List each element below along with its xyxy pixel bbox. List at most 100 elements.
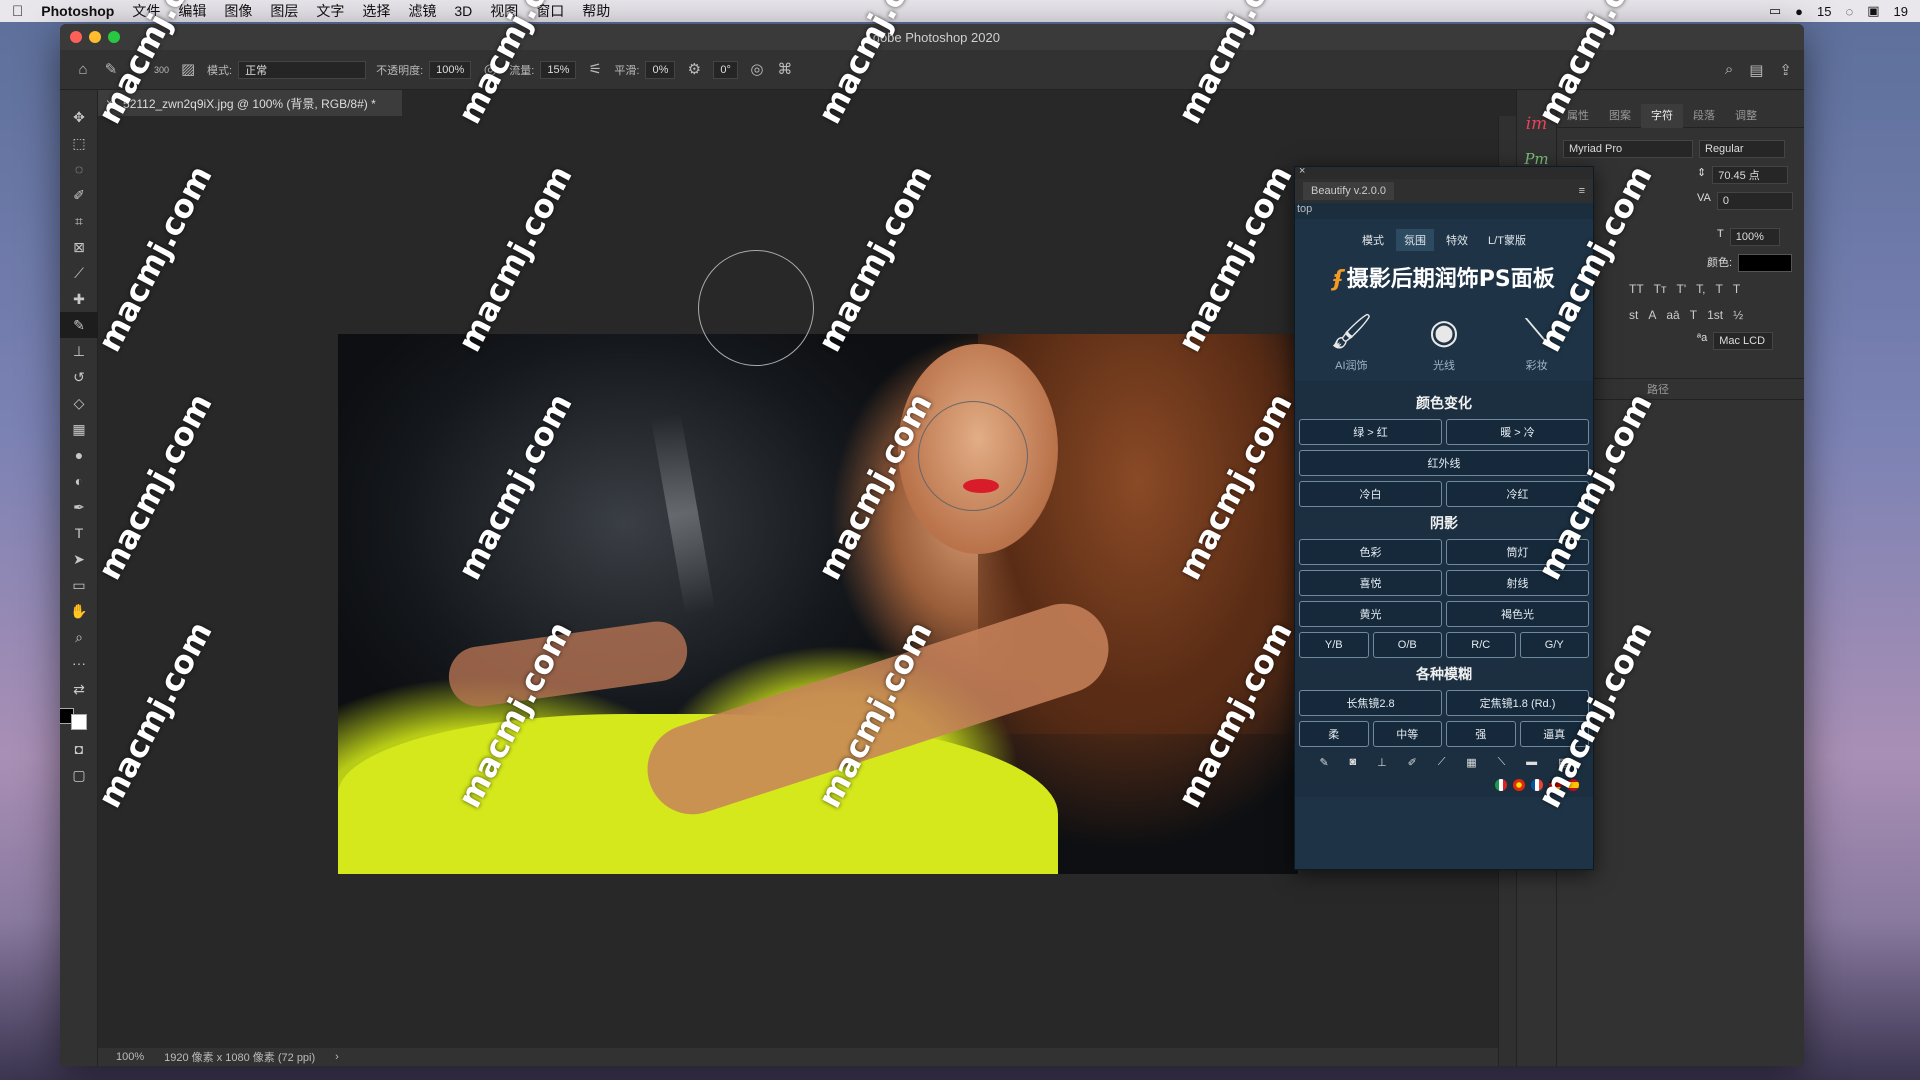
prime-lens-button[interactable]: 定焦镜1.8 (Rd.) — [1446, 690, 1589, 716]
menu-edit[interactable]: 编辑 — [178, 1, 206, 21]
rc-button[interactable]: R/C — [1446, 632, 1516, 658]
airbrush-icon[interactable]: ⚟ — [586, 61, 604, 79]
stamp-tool-icon[interactable]: ⊥ — [60, 338, 98, 364]
smoothing-input[interactable]: 0% — [645, 60, 676, 79]
makeup-button[interactable]: ⟍ 彩妆 — [1502, 307, 1572, 373]
tab-patterns[interactable]: 图案 — [1599, 104, 1641, 128]
crop-tool-icon[interactable]: ⌗ — [60, 208, 98, 234]
antialias-select[interactable]: Mac LCD — [1713, 332, 1774, 350]
gy-button[interactable]: G/Y — [1519, 632, 1589, 658]
rays-button[interactable]: 射线 — [1446, 570, 1589, 596]
panel-menu-icon[interactable]: ≡ — [1579, 185, 1585, 197]
chevron-right-icon[interactable]: › — [335, 1051, 339, 1063]
ruler-icon[interactable]: ▬ — [1526, 756, 1537, 769]
infrared-button[interactable]: 红外线 — [1299, 450, 1589, 476]
zoom-window-button[interactable] — [108, 31, 120, 43]
document-info[interactable]: 1920 像素 x 1080 像素 (72 ppi) — [164, 1049, 315, 1065]
menu-file[interactable]: 文件 — [132, 1, 160, 21]
leading-input[interactable]: 70.45 点 — [1712, 166, 1789, 184]
workspace-icon[interactable]: ▤ — [1749, 61, 1763, 79]
lasso-tool-icon[interactable]: ◌ — [60, 156, 98, 182]
gradient-icon[interactable]: ▦ — [1466, 756, 1476, 769]
eraser-tool-icon[interactable]: ◇ — [60, 390, 98, 416]
subscript-button[interactable]: T, — [1696, 282, 1705, 296]
underline-button[interactable]: T — [1715, 282, 1722, 296]
germany-flag-icon[interactable] — [1549, 779, 1561, 791]
menu-view[interactable]: 视图 — [490, 1, 518, 21]
menu-select[interactable]: 选择 — [362, 1, 390, 21]
brush-small-icon[interactable]: ⟋ — [1438, 756, 1446, 769]
warm-to-cold-button[interactable]: 暖 > 冷 — [1446, 419, 1589, 445]
im-plugin-icon[interactable]: im — [1517, 114, 1556, 134]
menu-filter[interactable]: 滤镜 — [408, 1, 436, 21]
close-window-button[interactable] — [70, 31, 82, 43]
close-tab-icon[interactable]: × — [106, 96, 113, 110]
mode-select[interactable]: 正常 — [238, 60, 367, 79]
spain-flag-icon[interactable] — [1567, 779, 1579, 791]
document-tab[interactable]: × 52112_zwn2q9iX.jpg @ 100% (背景, RGB/8#)… — [98, 90, 402, 116]
scale-input[interactable]: 100% — [1729, 228, 1780, 246]
brush-tool-icon[interactable]: ✎ — [102, 61, 120, 79]
search-icon[interactable]: ⌕ — [1725, 61, 1733, 79]
tab-properties[interactable]: 属性 — [1557, 104, 1599, 128]
type-tool-icon[interactable]: T — [60, 520, 98, 546]
strong-button[interactable]: 强 — [1446, 721, 1516, 747]
menu-type[interactable]: 文字 — [316, 1, 344, 21]
italy-flag-icon[interactable] — [1495, 779, 1507, 791]
font-family-select[interactable]: Myriad Pro — [1563, 140, 1693, 158]
ai-retouch-button[interactable]: 🖌 AI润饰 — [1316, 307, 1386, 373]
wechat-icon[interactable]: ● — [1795, 4, 1803, 19]
tab-paragraph[interactable]: 段落 — [1683, 104, 1725, 128]
tab-mode[interactable]: 模式 — [1354, 229, 1392, 251]
more-tools-icon[interactable]: ··· — [60, 650, 98, 676]
brush-preset-picker[interactable]: ● 300 — [130, 61, 169, 79]
light-button[interactable]: ◉ 光线 — [1409, 307, 1479, 373]
tab-atmosphere[interactable]: 氛围 — [1396, 229, 1435, 251]
tab-lt-mask[interactable]: L/T蒙版 — [1480, 229, 1534, 251]
angle-input[interactable]: 0° — [713, 60, 738, 79]
brush-tool-icon[interactable]: ✎ — [60, 312, 98, 338]
menu-window[interactable]: 窗口 — [536, 1, 564, 21]
tab-adjustments[interactable]: 调整 — [1725, 104, 1767, 128]
ordinal-button[interactable]: 1st — [1707, 308, 1723, 322]
brush-settings-icon[interactable]: ▨ — [179, 61, 197, 79]
titling-button[interactable]: T — [1690, 308, 1697, 322]
pen-icon[interactable]: ✎ — [1319, 756, 1328, 769]
apple-icon[interactable]:  — [12, 3, 23, 20]
eyedropper-tool-icon[interactable]: ⟋ — [60, 260, 98, 286]
telephoto-button[interactable]: 长焦镜2.8 — [1299, 690, 1442, 716]
pressure-opacity-icon[interactable]: ◎ — [481, 61, 499, 79]
share-icon[interactable]: ⇪ — [1779, 61, 1792, 79]
rectangle-tool-icon[interactable]: ▭ — [60, 572, 98, 598]
joy-button[interactable]: 喜悦 — [1299, 570, 1442, 596]
document-image[interactable] — [338, 334, 1298, 874]
home-icon[interactable]: ⌂ — [74, 61, 92, 79]
grid-icon[interactable]: ▤ — [1558, 756, 1568, 769]
screen-mode-icon[interactable]: ▢ — [60, 762, 98, 788]
ligature-button[interactable]: st — [1629, 308, 1638, 322]
frame-tool-icon[interactable]: ⊠ — [60, 234, 98, 260]
symmetry-icon[interactable]: ⌘ — [776, 61, 794, 79]
color-button[interactable]: 色彩 — [1299, 539, 1442, 565]
gradient-tool-icon[interactable]: ▦ — [60, 416, 98, 442]
chat-icon[interactable]: ◌ — [1846, 4, 1854, 19]
canvas-area[interactable] — [98, 116, 1498, 1048]
menu-help[interactable]: 帮助 — [582, 1, 610, 21]
tab-effects[interactable]: 特效 — [1438, 229, 1476, 251]
ob-button[interactable]: O/B — [1372, 632, 1442, 658]
menu-image[interactable]: 图像 — [224, 1, 252, 21]
stamp-icon[interactable]: ⊥ — [1377, 756, 1387, 769]
small-caps-button[interactable]: Tт — [1654, 282, 1667, 296]
fraction-button[interactable]: ½ — [1733, 308, 1743, 322]
beautify-title[interactable]: Beautify v.2.0.0 — [1303, 182, 1395, 200]
camera-icon[interactable]: ◙ — [1350, 756, 1357, 769]
move-tool-icon[interactable]: ✥ — [60, 104, 98, 130]
strikethrough-button[interactable]: T — [1733, 282, 1740, 296]
cold-white-button[interactable]: 冷白 — [1299, 481, 1442, 507]
medium-button[interactable]: 中等 — [1372, 721, 1442, 747]
swash-button[interactable]: A — [1648, 308, 1656, 322]
yellow-light-button[interactable]: 黄光 — [1299, 601, 1442, 627]
quick-mask-icon[interactable]: ◘ — [60, 736, 98, 762]
path-select-tool-icon[interactable]: ➤ — [60, 546, 98, 572]
yb-button[interactable]: Y/B — [1299, 632, 1369, 658]
